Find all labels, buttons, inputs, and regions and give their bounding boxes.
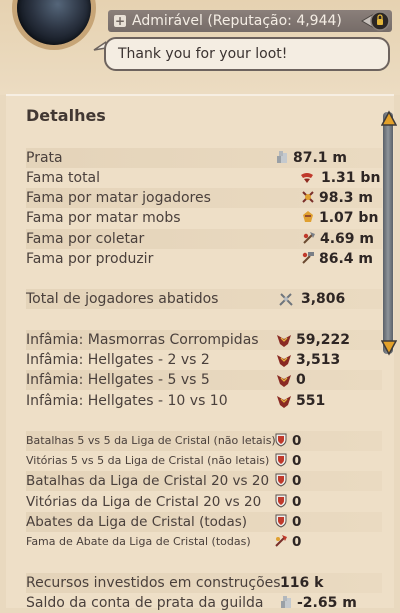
stat-label: Batalhas 5 vs 5 da Liga de Cristal (não …	[26, 434, 276, 447]
stat-row-infamy-corrupted: Infâmia: Masmorras Corrompidas 59,222	[26, 330, 382, 350]
stat-value: 98.3 m	[319, 190, 374, 206]
stat-label: Infâmia: Masmorras Corrompidas	[26, 332, 259, 348]
reputation-badge-icon	[361, 11, 390, 31]
crystal-shield-icon	[275, 433, 287, 447]
stat-value: 86.4 m	[319, 251, 374, 267]
player-avatar[interactable]	[12, 0, 96, 50]
stat-label: Abates da Liga de Cristal (todas)	[26, 514, 248, 530]
crystal-fame-icon	[275, 535, 287, 547]
stat-row-pve-fame: Fama por matar mobs 1.07 bn	[26, 208, 382, 228]
stat-row-players-killed: Total de jogadores abatidos 3,806	[26, 289, 382, 309]
stat-label: Fama total	[26, 170, 101, 186]
stat-value: 87.1 m	[293, 150, 348, 166]
crystal-shield-icon	[275, 453, 287, 467]
avatar-frame	[12, 0, 96, 50]
stat-value: 3,513	[296, 352, 341, 368]
stat-row-gathering-fame: Fama por coletar 4.69 m	[26, 229, 382, 249]
stat-row-infamy-hg5: Infâmia: Hellgates - 5 vs 5 0	[26, 370, 382, 390]
avatar-portrait	[17, 0, 91, 45]
kills-icon	[279, 293, 293, 306]
bubble-message: Thank you for your loot!	[118, 46, 288, 62]
stat-value: 0	[292, 473, 302, 489]
stat-value: 0	[292, 494, 302, 510]
stat-value: 0	[292, 453, 302, 469]
stat-value: 0	[292, 534, 302, 550]
gathering-fame-icon	[303, 232, 315, 244]
stat-row-crystal-kills: Abates da Liga de Cristal (todas) 0	[26, 512, 382, 532]
stat-label: Infâmia: Hellgates - 2 vs 2	[26, 352, 210, 368]
stat-row-construction-resources: Recursos investidos em construções 116 k	[26, 573, 382, 593]
stat-value: 551	[296, 393, 326, 409]
stat-label: Saldo da conta de prata da guilda	[26, 595, 264, 611]
stat-row-infamy-hg10: Infâmia: Hellgates - 10 vs 10 551	[26, 391, 382, 411]
panel-title: Detalhes	[26, 106, 106, 125]
crystal-shield-icon	[275, 473, 287, 487]
stat-row-crystal-5v5-wins: Vitórias 5 vs 5 da Liga de Cristal (não …	[26, 451, 382, 471]
silver-icon	[277, 151, 287, 163]
stat-label: Prata	[26, 150, 63, 166]
stat-row-crystal-20v20-battles: Batalhas da Liga de Cristal 20 vs 20 0	[26, 471, 382, 491]
stat-label: Fama por matar mobs	[26, 210, 181, 226]
stat-row-crystal-kill-fame: Fama de Abate da Liga de Cristal (todas)…	[26, 532, 382, 552]
stat-value: 59,222	[296, 332, 351, 348]
stat-label: Recursos investidos em construções	[26, 575, 281, 591]
silver-icon	[281, 596, 291, 608]
scroll-up-arrow-icon[interactable]	[381, 110, 397, 128]
crafting-fame-icon	[302, 252, 314, 264]
stat-value: 1.31 bn	[321, 170, 381, 186]
infamy-icon	[277, 355, 291, 367]
crystal-shield-icon	[275, 514, 287, 528]
crystal-shield-icon	[275, 494, 287, 508]
stat-value: 0	[292, 514, 302, 530]
stat-label: Batalhas da Liga de Cristal 20 vs 20	[26, 473, 270, 489]
stat-row-crystal-5v5-battles: Batalhas 5 vs 5 da Liga de Cristal (não …	[26, 431, 382, 451]
stat-row-crystal-20v20-wins: Vitórias da Liga de Cristal 20 vs 20 0	[26, 492, 382, 512]
stat-value: 1.07 bn	[319, 210, 379, 226]
reputation-text: Admirável (Reputação: 4,944)	[132, 13, 342, 29]
stat-value: -2.65 m	[297, 595, 357, 611]
stat-label: Infâmia: Hellgates - 10 vs 10	[26, 393, 228, 409]
stat-value: 116 k	[280, 575, 324, 591]
stat-row-total-fame: Fama total 1.31 bn	[26, 168, 382, 188]
infamy-icon	[277, 375, 291, 387]
fame-total-icon	[301, 173, 313, 183]
stat-value: 4.69 m	[320, 231, 375, 247]
stat-row-infamy-hg2: Infâmia: Hellgates - 2 vs 2 3,513	[26, 350, 382, 370]
stat-row-guild-silver-balance: Saldo da conta de prata da guilda -2.65 …	[26, 593, 382, 613]
scrollbar[interactable]	[383, 112, 393, 354]
stat-label: Infâmia: Hellgates - 5 vs 5	[26, 372, 210, 388]
stat-row-silver: Prata 87.1 m	[26, 148, 382, 168]
stat-label: Fama por produzir	[26, 251, 154, 267]
stat-label: Vitórias da Liga de Cristal 20 vs 20	[26, 494, 262, 510]
plus-icon[interactable]: +	[114, 15, 126, 27]
speech-bubble: Thank you for your loot!	[104, 37, 390, 71]
stat-row-crafting-fame: Fama por produzir 86.4 m	[26, 249, 382, 269]
stat-value: 0	[296, 372, 306, 388]
stat-row-pvp-fame: Fama por matar jogadores 98.3 m	[26, 188, 382, 208]
stat-label: Fama de Abate da Liga de Cristal (todas)	[26, 535, 251, 548]
infamy-icon	[277, 335, 291, 347]
infamy-icon	[277, 396, 291, 408]
stat-value: 3,806	[301, 291, 346, 307]
scroll-down-arrow-icon[interactable]	[381, 338, 397, 356]
pve-fame-icon	[303, 211, 313, 222]
stat-label: Total de jogadores abatidos	[26, 291, 219, 307]
stat-label: Fama por coletar	[26, 231, 145, 247]
reputation-bar: + Admirável (Reputação: 4,944)	[108, 10, 392, 32]
stat-value: 0	[292, 433, 302, 449]
stat-label: Fama por matar jogadores	[26, 190, 211, 206]
pvp-fame-icon	[302, 191, 314, 203]
stat-label: Vitórias 5 vs 5 da Liga de Cristal (não …	[26, 454, 270, 467]
